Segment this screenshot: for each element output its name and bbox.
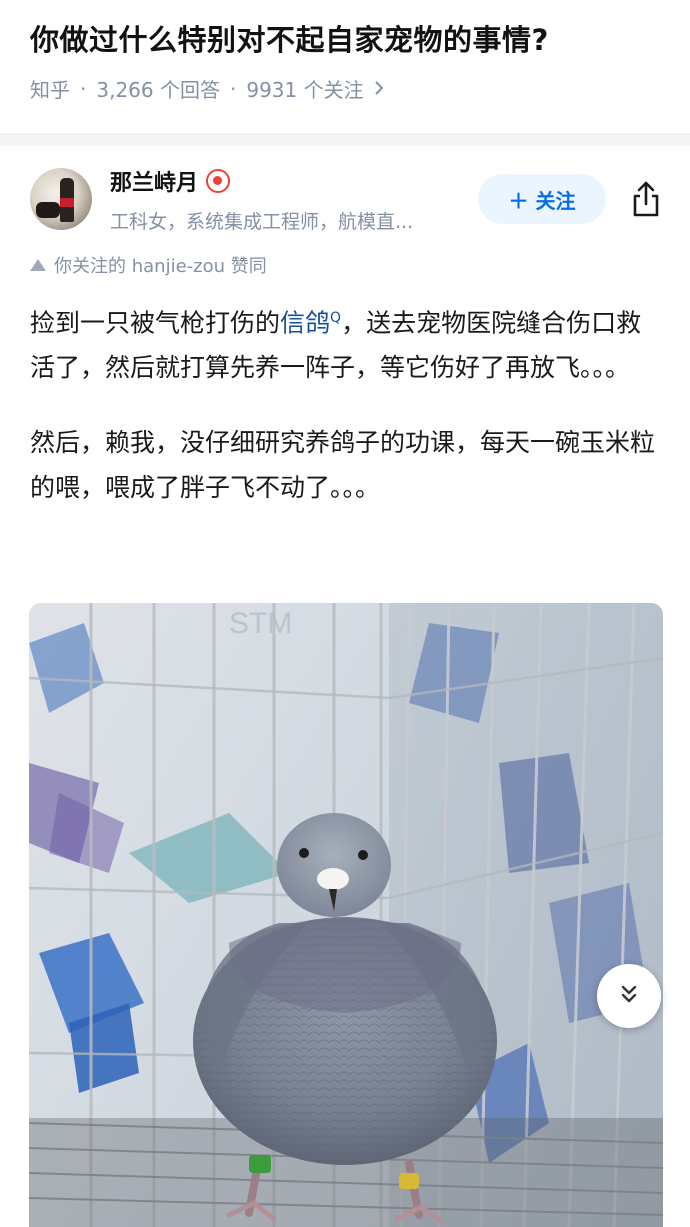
answer-body: 捡到一只被气枪打伤的信鸽Q，送去宠物医院缝合伤口救活了，然后就打算先养一阵子，等… xyxy=(30,296,664,540)
question-header[interactable]: 你做过什么特别对不起自家宠物的事情? 知乎 · 3,266 个回答 · 9931… xyxy=(0,0,690,136)
certified-badge-icon xyxy=(206,168,231,193)
author-description: 工科女，系统集成工程师，航模直... xyxy=(110,210,414,233)
meta-separator: · xyxy=(229,76,237,101)
source-label: 知乎 xyxy=(30,78,70,102)
answer-paragraph: 捡到一只被气枪打伤的信鸽Q，送去宠物医院缝合伤口救活了，然后就打算先养一阵子，等… xyxy=(30,296,664,390)
answer-paragraph: 然后，赖我，没仔细研究养鸽子的功课，每天一碗玉米粒的喂，喂成了胖子飞不动了。。。 xyxy=(30,428,656,503)
search-link[interactable]: 信鸽 xyxy=(280,308,330,337)
author-name-line[interactable]: 那兰峙月 xyxy=(110,165,466,197)
collapse-button[interactable] xyxy=(597,964,661,1028)
meta-separator: · xyxy=(80,76,87,101)
zhihu-answer-page: 你做过什么特别对不起自家宠物的事情? 知乎 · 3,266 个回答 · 9931… xyxy=(0,0,690,1227)
question-title[interactable]: 你做过什么特别对不起自家宠物的事情? xyxy=(30,18,660,62)
chevron-right-icon[interactable] xyxy=(374,77,384,101)
section-divider xyxy=(0,134,690,146)
double-chevron-down-icon xyxy=(618,983,640,1009)
upvote-icon xyxy=(30,259,46,271)
avatar[interactable] xyxy=(30,168,92,230)
question-meta: 知乎 · 3,266 个回答 · 9931 个关注 xyxy=(30,74,660,103)
share-icon[interactable] xyxy=(628,179,664,219)
author-row: 那兰峙月 工科女，系统集成工程师，航模直... ＋ 关注 xyxy=(30,162,664,236)
follow-button[interactable]: ＋ 关注 xyxy=(478,174,606,224)
search-icon[interactable]: Q xyxy=(330,310,341,326)
answer-text: 捡到一只被气枪打伤的 xyxy=(30,308,281,338)
endorsement-line[interactable]: 你关注的 hanjie-zou 赞同 xyxy=(30,252,267,278)
author-info: 那兰峙月 工科女，系统集成工程师，航模直... xyxy=(110,165,466,234)
pigeon-photo-illustration: STM xyxy=(29,603,663,1227)
endorsement-text: 你关注的 hanjie-zou 赞同 xyxy=(54,256,267,277)
author-name[interactable]: 那兰峙月 xyxy=(110,165,198,197)
answer-photo[interactable]: STM xyxy=(29,603,663,1227)
followers-count[interactable]: 9931 个关注 xyxy=(246,74,363,103)
answers-count[interactable]: 3,266 个回答 xyxy=(96,74,220,103)
photo-watermark: STM xyxy=(229,607,292,640)
